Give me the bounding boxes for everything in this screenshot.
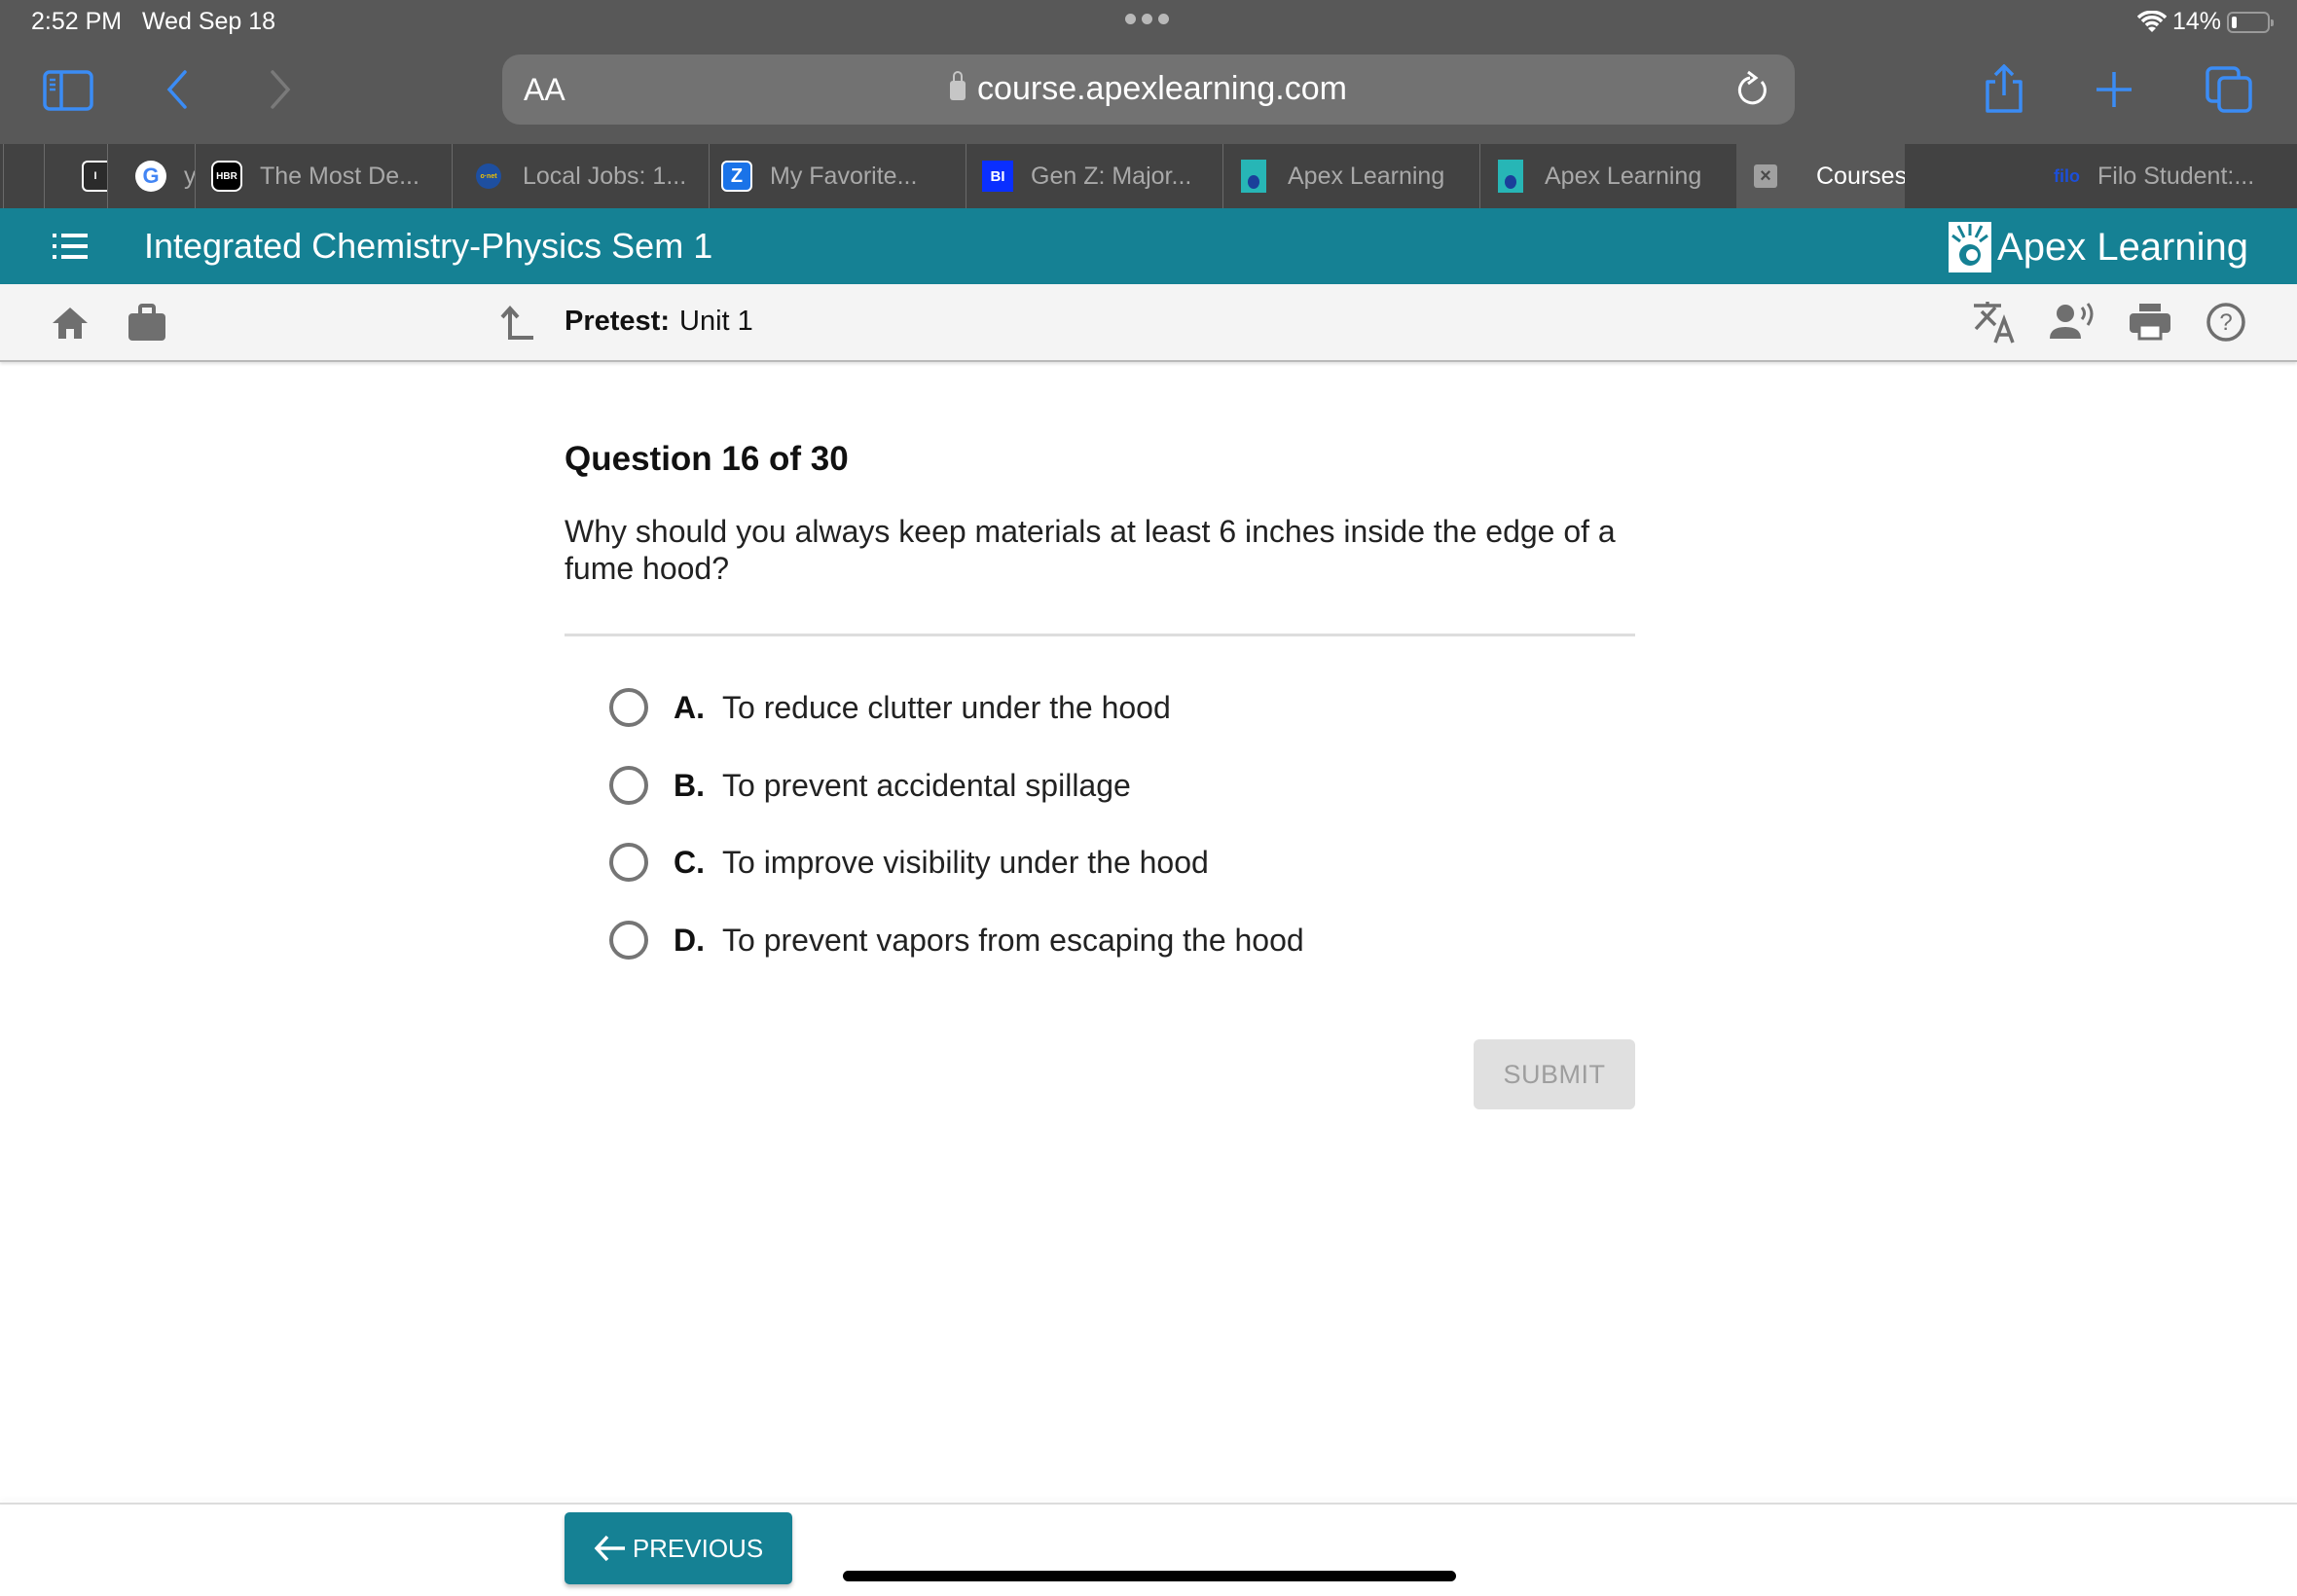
tab-favicon-icon: I bbox=[82, 161, 107, 192]
status-indicators: 14% bbox=[2136, 8, 2274, 36]
tab-filo[interactable]: filo Filo Student:... bbox=[2054, 144, 2254, 208]
app-header: Integrated Chemistry-Physics Sem 1 Apex … bbox=[0, 208, 2297, 284]
tab-courses-active[interactable]: × Courses bbox=[1736, 144, 1905, 208]
translate-icon[interactable] bbox=[1972, 302, 2015, 345]
print-icon[interactable] bbox=[2130, 304, 2170, 341]
url-field[interactable]: course.apexlearning.com bbox=[502, 70, 1795, 108]
answer-option-d[interactable]: D. To prevent vapors from escaping the h… bbox=[609, 916, 1304, 964]
home-icon[interactable] bbox=[51, 306, 90, 341]
tab-strip: I G you u HBR The Most De... o·net Local… bbox=[0, 144, 2297, 208]
radio-button[interactable] bbox=[609, 843, 648, 882]
svg-text:?: ? bbox=[2219, 309, 2232, 336]
hbr-favicon-icon: HBR bbox=[211, 161, 242, 192]
tab-5[interactable]: BI Gen Z: Major... bbox=[966, 144, 1222, 208]
arrow-left-icon bbox=[594, 1535, 625, 1562]
breadcrumb: Pretest: Unit 1 bbox=[565, 306, 753, 337]
question-number: Question 16 of 30 bbox=[565, 440, 849, 478]
toolbar: Pretest: Unit 1 ? bbox=[0, 284, 2297, 362]
help-icon[interactable]: ? bbox=[2206, 302, 2246, 343]
tab-1[interactable]: G you u bbox=[107, 144, 195, 208]
course-title: Integrated Chemistry-Physics Sem 1 bbox=[144, 226, 713, 266]
chevron-right-icon[interactable] bbox=[269, 70, 292, 109]
divider bbox=[565, 634, 1635, 636]
answer-option-b[interactable]: B. To prevent accidental spillage bbox=[609, 761, 1131, 810]
tabs-icon[interactable] bbox=[2206, 66, 2254, 115]
sidebar-icon[interactable] bbox=[43, 70, 93, 111]
battery-percent: 14% bbox=[2171, 8, 2221, 35]
battery-icon bbox=[2227, 11, 2274, 33]
read-aloud-icon[interactable] bbox=[2050, 302, 2095, 341]
browser-chrome: 2:52 PM Wed Sep 18 14% AA course.apexlea… bbox=[0, 0, 2297, 208]
menu-icon[interactable] bbox=[53, 234, 88, 259]
tab-3[interactable]: o·net Local Jobs: 1... bbox=[452, 144, 709, 208]
wifi-icon bbox=[2136, 10, 2167, 32]
question-text: Why should you always keep materials at … bbox=[565, 514, 1616, 586]
answer-option-c[interactable]: C. To improve visibility under the hood bbox=[609, 838, 1209, 887]
share-icon[interactable] bbox=[1982, 64, 2026, 115]
tab-6[interactable]: Apex Learning bbox=[1222, 144, 1479, 208]
radio-button[interactable] bbox=[609, 766, 648, 805]
multitasking-dots[interactable] bbox=[1125, 14, 1169, 24]
apex-learning-logo: Apex Learning bbox=[1949, 222, 2248, 272]
close-tab-icon[interactable]: × bbox=[1754, 164, 1777, 188]
address-bar[interactable]: AA course.apexlearning.com bbox=[502, 54, 1795, 125]
plus-icon[interactable] bbox=[2095, 70, 2133, 109]
up-level-icon[interactable] bbox=[500, 306, 533, 341]
zillow-favicon-icon: Z bbox=[721, 161, 752, 192]
bi-favicon-icon: BI bbox=[982, 161, 1013, 192]
previous-button[interactable]: PREVIOUS bbox=[565, 1512, 792, 1584]
status-time-date: 2:52 PM Wed Sep 18 bbox=[31, 8, 275, 36]
tab-0[interactable]: I bbox=[44, 144, 107, 208]
apex-favicon-icon bbox=[1498, 160, 1523, 193]
reload-icon[interactable] bbox=[1734, 68, 1773, 111]
status-date: Wed Sep 18 bbox=[141, 8, 276, 35]
onet-favicon-icon: o·net bbox=[476, 163, 501, 189]
radio-button[interactable] bbox=[609, 921, 648, 960]
chevron-left-icon[interactable] bbox=[165, 70, 189, 109]
url-text: course.apexlearning.com bbox=[977, 70, 1347, 107]
answer-option-a[interactable]: A. To reduce clutter under the hood bbox=[609, 683, 1171, 732]
status-time: 2:52 PM bbox=[31, 8, 123, 35]
radio-button[interactable] bbox=[609, 688, 648, 727]
home-indicator[interactable] bbox=[843, 1571, 1456, 1581]
submit-button[interactable]: SUBMIT bbox=[1474, 1039, 1635, 1109]
briefcase-icon[interactable] bbox=[127, 304, 167, 343]
tab-7[interactable]: Apex Learning bbox=[1479, 144, 1736, 208]
apex-favicon-icon bbox=[1241, 160, 1266, 193]
footer-divider bbox=[0, 1503, 2297, 1505]
apex-logo-icon bbox=[1949, 222, 1992, 272]
lock-icon bbox=[950, 71, 966, 100]
tab-4[interactable]: Z My Favorite... bbox=[709, 144, 966, 208]
tab-2[interactable]: HBR The Most De... bbox=[195, 144, 452, 208]
google-favicon-icon: G bbox=[135, 161, 166, 192]
filo-favicon-icon: filo bbox=[2054, 165, 2080, 186]
